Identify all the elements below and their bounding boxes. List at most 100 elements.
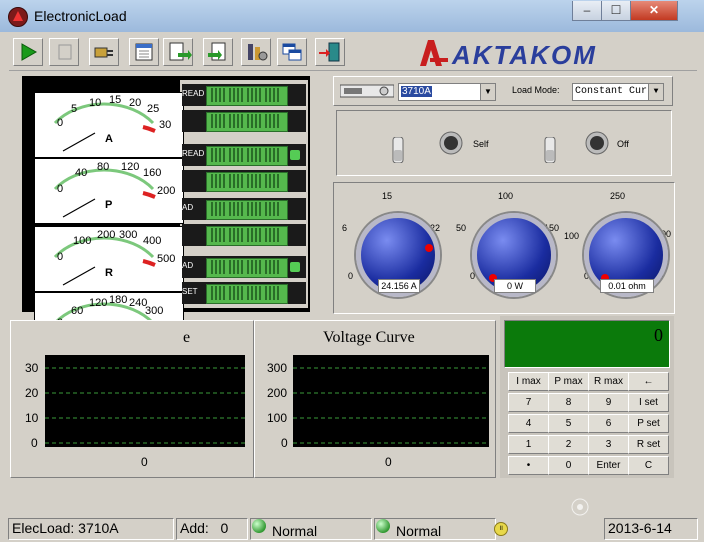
keypad-key[interactable]: P max (548, 372, 589, 391)
status-led (290, 262, 300, 272)
chart-title: Voltage Curve (323, 329, 415, 346)
indicator-lamp (585, 131, 609, 155)
load-mode-select[interactable]: Constant Curr ▼ (572, 83, 664, 101)
app-icon[interactable] (8, 7, 28, 27)
keypad-key[interactable]: 8 (548, 393, 589, 412)
keypad-key[interactable]: 7 (508, 393, 549, 412)
status-led (290, 150, 300, 160)
calendar-button[interactable] (129, 38, 159, 66)
status-model: ElecLoad: 3710A (12, 520, 119, 536)
model-select[interactable]: 3710A ▼ (398, 83, 496, 101)
power-knob-value: 0 W (494, 279, 536, 293)
keypad-key[interactable]: 4 (508, 414, 549, 433)
keypad-key[interactable]: Enter (588, 456, 629, 475)
y-tick: 20 (25, 386, 39, 400)
windows-icon (282, 43, 302, 61)
keypad-key[interactable]: C (628, 456, 669, 475)
plug-icon (94, 47, 113, 58)
meter-tick: 25 (147, 103, 160, 115)
exit-button[interactable] (315, 38, 345, 66)
lcd-display (206, 226, 288, 246)
current-meter: 0 5 10 15 20 25 30 A (34, 92, 184, 158)
import-button[interactable] (203, 38, 233, 66)
keypad-key[interactable]: 2 (548, 435, 589, 454)
keypad-key[interactable]: 5 (548, 414, 589, 433)
lcd-display (206, 200, 288, 220)
y-tick: 30 (25, 361, 39, 375)
lcd-row: SET (182, 282, 306, 304)
meter-tick: 15 (109, 94, 122, 106)
play-icon (21, 43, 38, 61)
lcd-label: READ (182, 89, 205, 98)
chevron-down-icon[interactable]: ▼ (648, 84, 663, 100)
windows-button[interactable] (277, 38, 307, 66)
knob-tick: 0 (470, 271, 476, 281)
chart-title: e (183, 329, 191, 346)
status-led-icon (252, 519, 266, 533)
lcd-display (206, 146, 288, 166)
stop-button[interactable] (49, 38, 79, 66)
y-tick: 10 (25, 411, 39, 425)
meter-tick: 100 (73, 235, 92, 247)
toggle-switch[interactable] (391, 137, 405, 163)
knob-tick: 100 (498, 191, 514, 201)
knob-tick: 0 (348, 271, 354, 281)
device-panel: 3710A ▼ Load Mode: Constant Curr ▼ (333, 76, 673, 106)
export-button[interactable] (163, 38, 193, 66)
meter-tick: 80 (97, 161, 110, 173)
keypad-key[interactable]: 1 (508, 435, 549, 454)
x-tick: 0 (141, 455, 148, 469)
keypad-key[interactable]: • (508, 456, 549, 475)
close-button[interactable]: ✕ (630, 1, 678, 21)
lcd-row: AD (182, 198, 306, 220)
svg-text:AKTAKOM: AKTAKOM (451, 40, 597, 70)
stop-icon (58, 44, 72, 60)
pause-icon: ॥ (494, 522, 508, 536)
y-tick: 0 (281, 436, 288, 450)
y-tick: 300 (267, 361, 288, 375)
keypad-key[interactable]: P set (628, 414, 669, 433)
settings-button[interactable] (241, 38, 271, 66)
meter-tick: 400 (143, 235, 162, 247)
meter-tick: 60 (71, 305, 84, 317)
window-title: ElectronicLoad (34, 8, 127, 24)
lcd-display (206, 86, 288, 106)
meter-tick: 30 (159, 119, 172, 131)
keypad-key[interactable]: R set (628, 435, 669, 454)
current-chart-panel: e 30 20 10 0 0 (10, 320, 254, 478)
current-knob-value: 24.156 A (378, 279, 420, 293)
meter-tick: 300 (145, 305, 164, 317)
settings-icon (248, 44, 268, 61)
status-date: 2013-6-14 (608, 520, 672, 536)
keypad-key[interactable]: 9 (588, 393, 629, 412)
keypad-key[interactable]: 0 (548, 456, 589, 475)
current-plot (45, 355, 245, 447)
chevron-down-icon[interactable]: ▼ (480, 84, 495, 100)
meter-tick: 0 (57, 117, 64, 129)
lcd-display (206, 172, 288, 192)
keypad-panel: 0 I max P max R max ← 7 8 9 I set 4 5 6 P set 1 2 3 R s… (500, 316, 674, 478)
minimize-button[interactable]: – (572, 1, 602, 21)
switch-label: Off (617, 139, 629, 149)
keypad-key[interactable]: I set (628, 393, 669, 412)
load-mode-value: Constant Curr (575, 86, 654, 97)
lcd-row: READ (182, 144, 306, 166)
status-bar: ElecLoad: 3710A Add: 0 Normal Normal ॥ 2… (8, 516, 698, 540)
keypad-key[interactable]: R max (588, 372, 629, 391)
lcd-row (182, 170, 306, 192)
keypad-key[interactable]: 3 (588, 435, 629, 454)
keypad-key[interactable]: ← (628, 372, 669, 391)
keypad-key[interactable]: I max (508, 372, 549, 391)
status-normal-2: Normal (396, 523, 442, 539)
meter-tick: 20 (129, 97, 142, 109)
lcd-display (206, 284, 288, 304)
lcd-row (182, 224, 306, 246)
keypad-key[interactable]: 6 (588, 414, 629, 433)
run-button[interactable] (13, 38, 43, 66)
connect-button[interactable] (89, 38, 119, 66)
meter-tick: 160 (143, 167, 162, 179)
toggle-switch[interactable] (543, 137, 557, 163)
maximize-button[interactable]: ☐ (601, 1, 631, 21)
lcd-label: SET (182, 287, 198, 296)
lcd-row: AD (182, 256, 306, 278)
